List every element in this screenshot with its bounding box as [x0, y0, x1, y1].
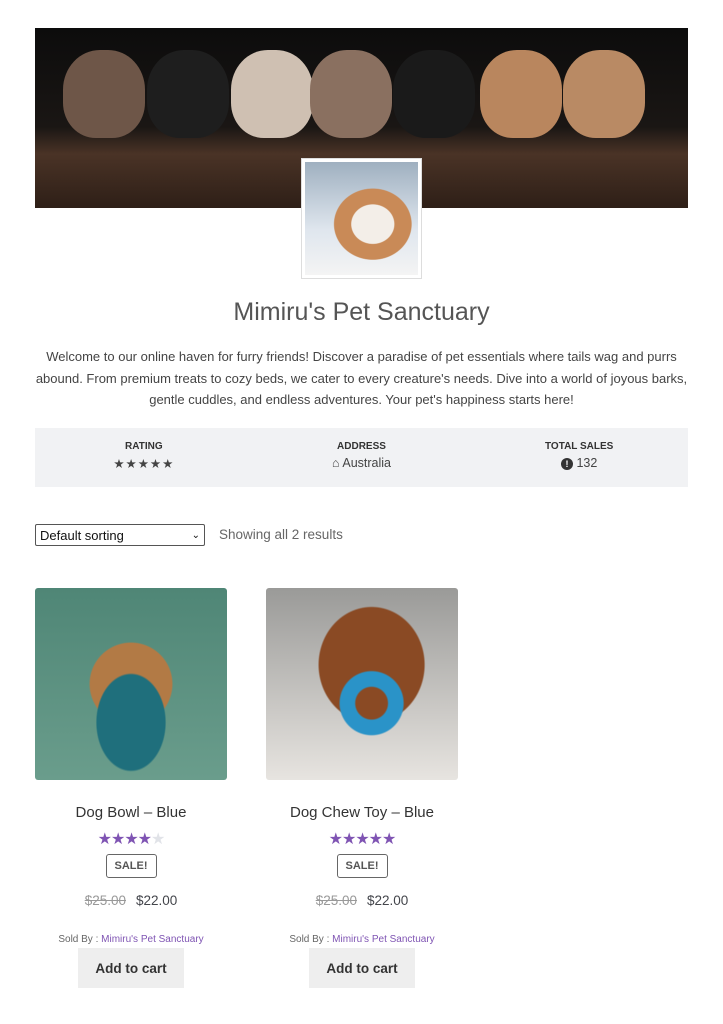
add-to-cart-button[interactable]: Add to cart	[78, 948, 184, 988]
sort-selected: Default sorting	[40, 527, 124, 543]
product-image[interactable]	[266, 588, 458, 780]
store-name: Mimiru's Pet Sanctuary	[233, 298, 490, 326]
rating-label: RATING	[125, 441, 163, 452]
product-title[interactable]: Dog Bowl – Blue	[35, 804, 227, 821]
product-price: $25.00 $22.00	[35, 893, 227, 908]
stat-address: ADDRESS ⌂ Australia	[253, 428, 471, 487]
home-icon: ⌂	[332, 456, 340, 470]
add-to-cart-button[interactable]: Add to cart	[309, 948, 415, 988]
store-stats: RATING ★★★★★ ADDRESS ⌂ Australia TOTAL S…	[35, 428, 688, 487]
rating-stars: ★★★★★	[113, 457, 175, 471]
chevron-down-icon: ⌄	[191, 529, 200, 541]
product-card: Dog Chew Toy – Blue ★★★★★ SALE! $25.00 $2…	[266, 588, 458, 988]
sale-badge: SALE!	[336, 854, 388, 878]
info-circle-icon: !	[561, 458, 573, 470]
vendor-link[interactable]: Mimiru's Pet Sanctuary	[101, 934, 204, 945]
sold-by: Sold By : Mimiru's Pet Sanctuary	[58, 934, 204, 945]
product-rating: ★★★★★	[328, 831, 397, 848]
address-value: Australia	[342, 456, 391, 470]
store-avatar	[301, 158, 422, 279]
sale-badge: SALE!	[105, 854, 157, 878]
sales-label: TOTAL SALES	[545, 441, 614, 452]
address-label: ADDRESS	[337, 441, 386, 452]
stat-rating: RATING ★★★★★	[35, 428, 253, 487]
product-rating: ★★★★★	[97, 831, 166, 848]
store-description: Welcome to our online haven for furry fr…	[35, 349, 688, 407]
result-count: Showing all 2 results	[219, 527, 343, 542]
product-price: $25.00 $22.00	[266, 893, 458, 908]
sales-value: 132	[576, 456, 598, 470]
old-price: $25.00	[315, 893, 357, 908]
stat-total-sales: TOTAL SALES ! 132	[470, 428, 688, 487]
product-image[interactable]	[35, 588, 227, 780]
product-title[interactable]: Dog Chew Toy – Blue	[266, 804, 458, 821]
sale-price: $22.00	[367, 893, 409, 908]
vendor-link[interactable]: Mimiru's Pet Sanctuary	[332, 934, 435, 945]
sold-by: Sold By : Mimiru's Pet Sanctuary	[289, 934, 435, 945]
sale-price: $22.00	[136, 893, 178, 908]
product-card: Dog Bowl – Blue ★★★★★ SALE! $25.00 $22.00…	[35, 588, 227, 988]
old-price: $25.00	[84, 893, 126, 908]
sort-select[interactable]: Default sorting ⌄	[35, 524, 205, 546]
